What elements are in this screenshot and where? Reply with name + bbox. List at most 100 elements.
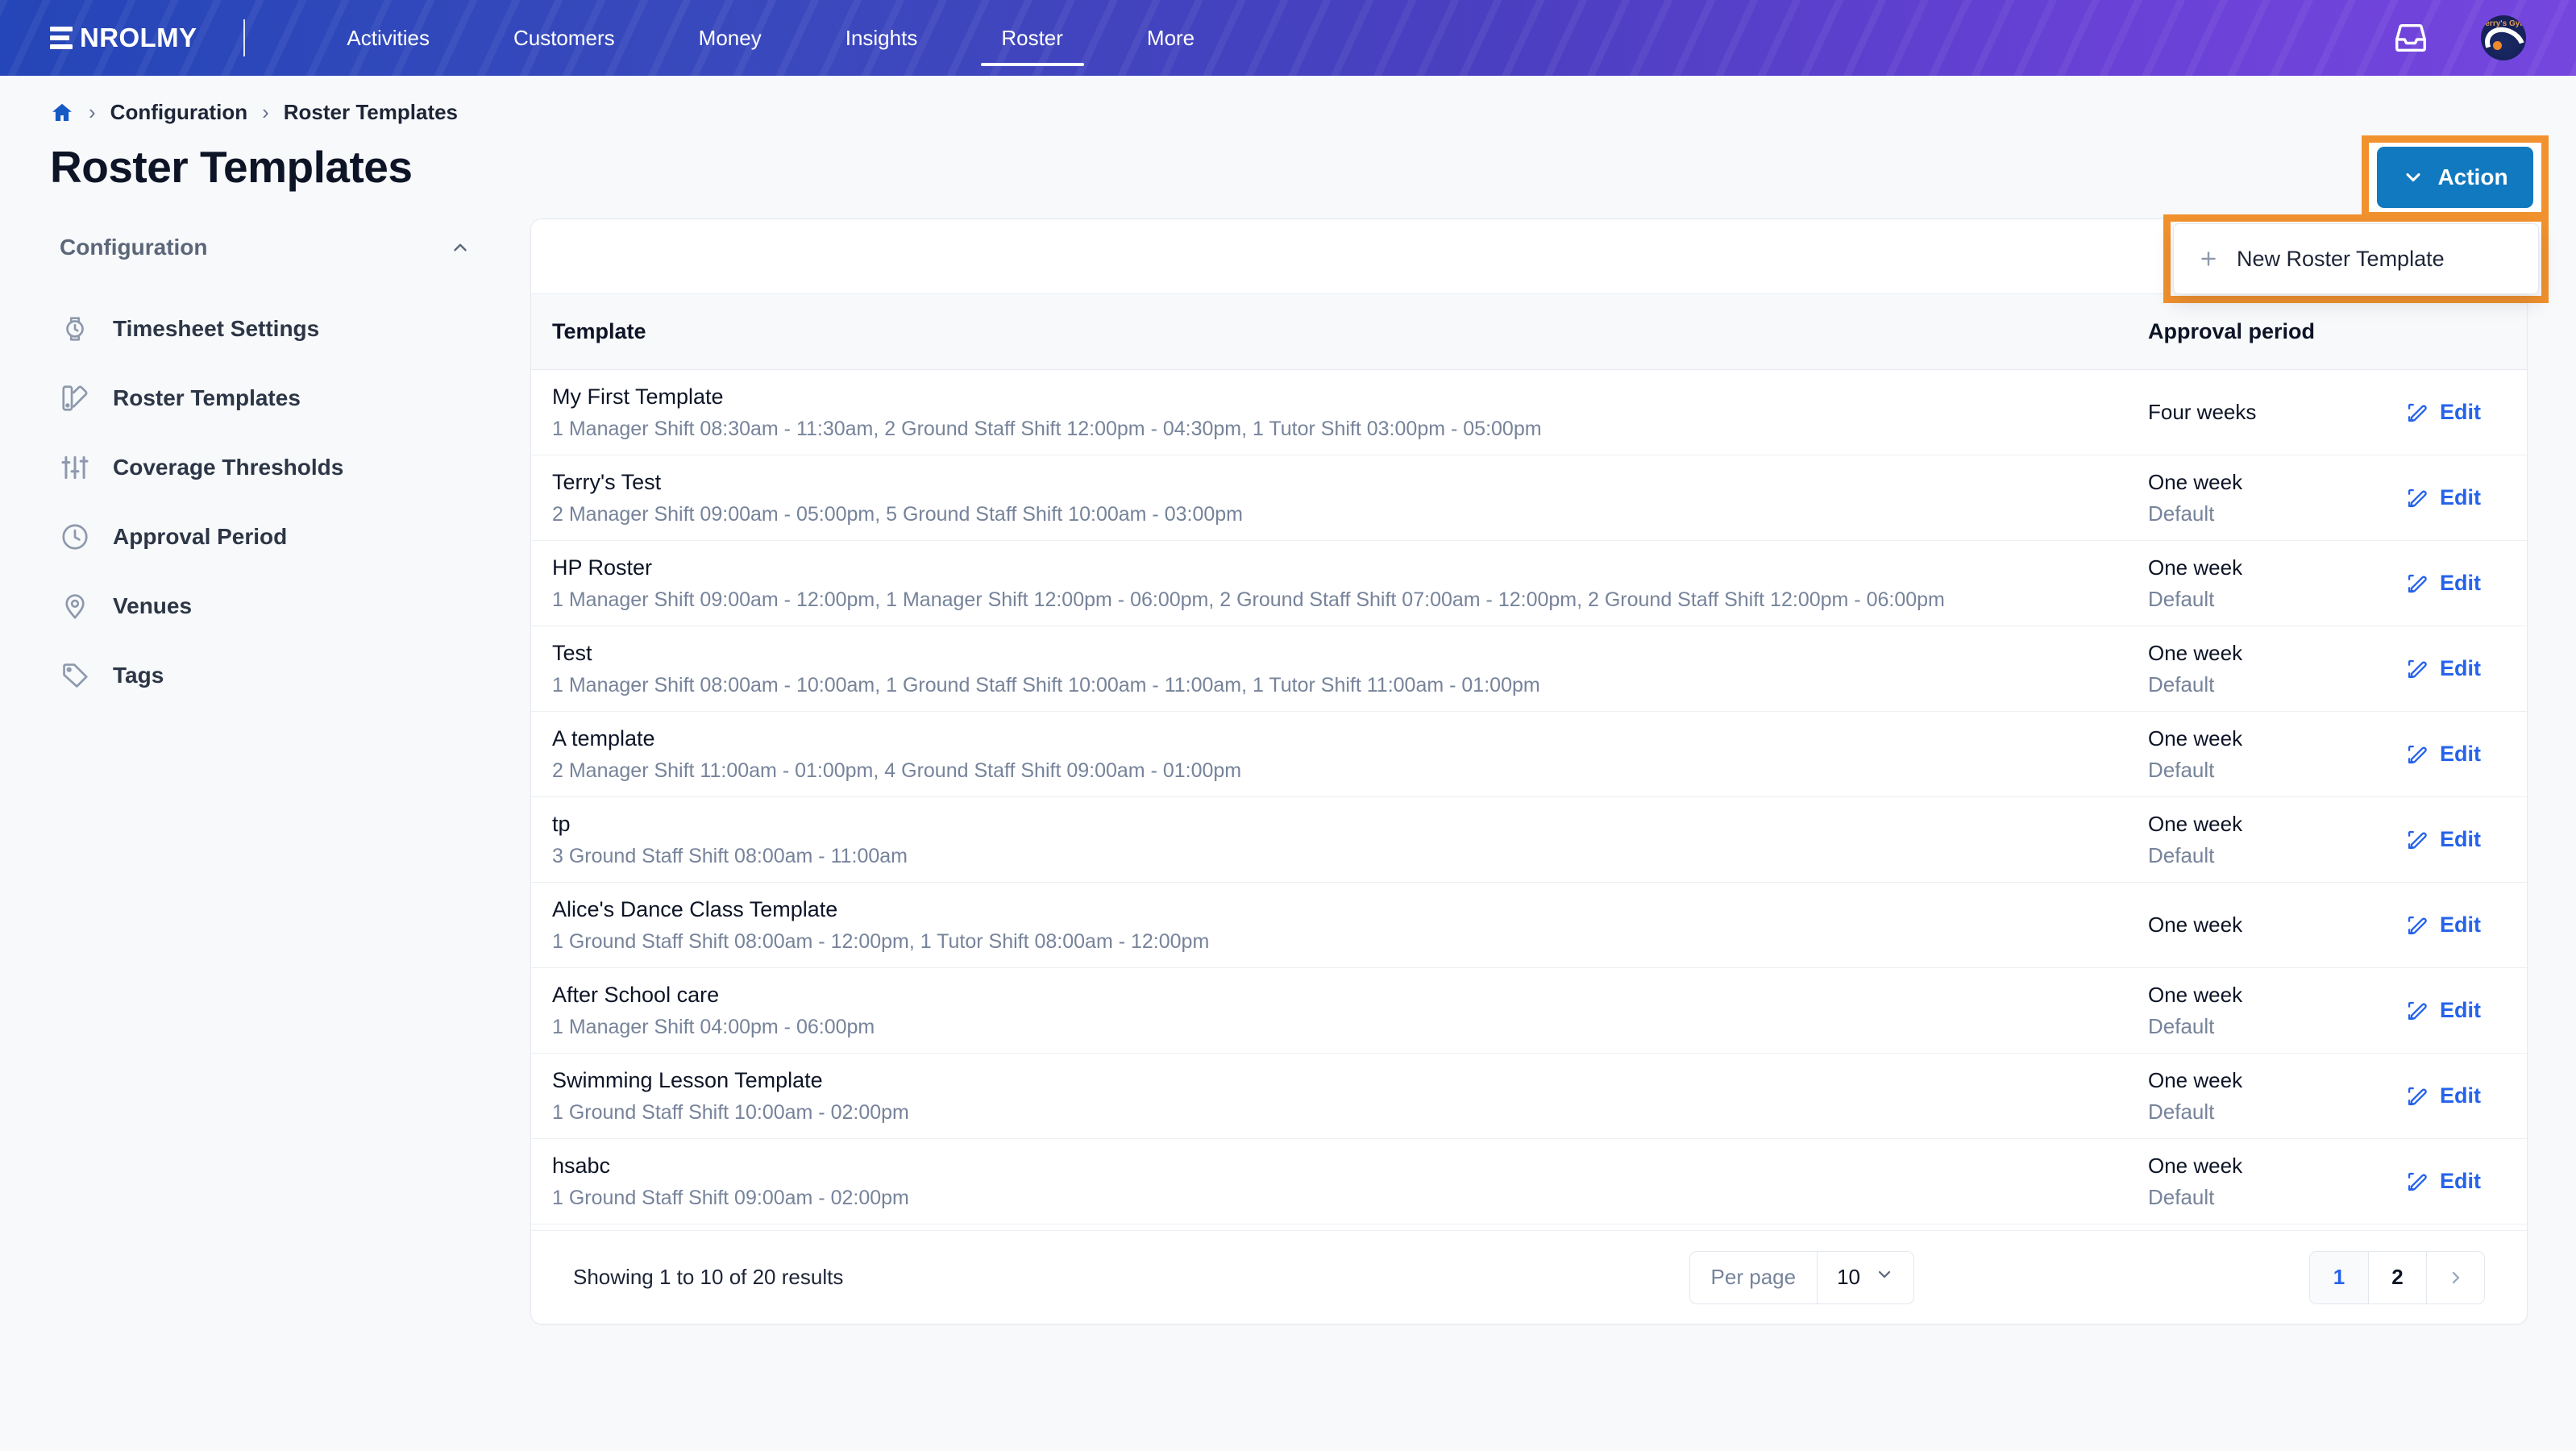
edit-button[interactable]: Edit xyxy=(2406,998,2527,1023)
nav-right-actions: Terry's Gym xyxy=(2392,15,2526,60)
cell-template: Terry's Test 2 Manager Shift 09:00am - 0… xyxy=(531,455,2127,541)
sidebar-item-tags[interactable]: Tags xyxy=(60,641,516,710)
page-button-1[interactable]: 1 xyxy=(2310,1251,2368,1303)
edit-pencil-icon xyxy=(2406,401,2429,424)
edit-label: Edit xyxy=(2440,1083,2481,1108)
edit-label: Edit xyxy=(2440,485,2481,509)
edit-button[interactable]: Edit xyxy=(2406,400,2527,425)
action-button[interactable]: Action xyxy=(2377,147,2533,208)
breadcrumb-item-roster-templates[interactable]: Roster Templates xyxy=(284,100,458,125)
edit-pencil-icon xyxy=(2406,572,2429,595)
cell-template: My First Template 1 Manager Shift 08:30a… xyxy=(531,369,2127,455)
edit-button[interactable]: Edit xyxy=(2406,1169,2527,1194)
sidebar-item-roster-templates[interactable]: Roster Templates xyxy=(60,364,516,433)
sidebar-item-label: Roster Templates xyxy=(113,385,301,410)
chevron-up-icon[interactable] xyxy=(450,237,471,258)
approval-period: One week xyxy=(2148,640,2243,665)
edit-pencil-icon xyxy=(2406,743,2429,766)
approval-default: Default xyxy=(2148,1013,2215,1038)
avatar-dot xyxy=(2493,41,2502,50)
approval-default: Default xyxy=(2148,1184,2215,1209)
sidebar-item-label: Coverage Thresholds xyxy=(113,455,344,480)
main-nav-items: Activities Customers Money Insights Rost… xyxy=(305,0,1236,76)
edit-pencil-icon xyxy=(2406,1085,2429,1108)
table-row[interactable]: My First Template 1 Manager Shift 08:30a… xyxy=(531,369,2527,455)
nav-item-roster[interactable]: Roster xyxy=(959,0,1105,76)
breadcrumb-item-configuration[interactable]: Configuration xyxy=(110,100,247,125)
sidebar-section-label: Configuration xyxy=(60,235,208,260)
template-name: Swimming Lesson Template xyxy=(552,1067,823,1092)
page-title: Roster Templates xyxy=(50,142,413,192)
nav-item-insights[interactable]: Insights xyxy=(804,0,960,76)
menu-item-label: New Roster Template xyxy=(2237,246,2445,271)
logo-e-mark xyxy=(50,27,73,49)
cell-actions: Edit xyxy=(2385,626,2527,712)
template-shifts: 1 Manager Shift 09:00am - 12:00pm, 1 Man… xyxy=(552,588,1945,611)
inbox-icon[interactable] xyxy=(2392,19,2429,56)
breadcrumb: › Configuration › Roster Templates xyxy=(0,76,2576,125)
sidebar-item-coverage-thresholds[interactable]: Coverage Thresholds xyxy=(60,433,516,502)
cell-actions: Edit xyxy=(2385,711,2527,797)
home-icon[interactable] xyxy=(50,101,74,125)
nav-item-more[interactable]: More xyxy=(1105,0,1236,76)
cell-approval: One week Default xyxy=(2127,796,2385,883)
page-button-2[interactable]: 2 xyxy=(2368,1251,2426,1303)
cell-actions: Edit xyxy=(2385,455,2527,541)
table-row[interactable]: tp 3 Ground Staff Shift 08:00am - 11:00a… xyxy=(531,796,2527,883)
template-name: My First Template xyxy=(552,384,724,409)
table-header: Template Approval period xyxy=(531,293,2527,370)
nav-item-money[interactable]: Money xyxy=(657,0,804,76)
template-shifts: 2 Manager Shift 09:00am - 05:00pm, 5 Gro… xyxy=(552,502,1243,526)
edit-button[interactable]: Edit xyxy=(2406,571,2527,596)
enrolmy-logo[interactable]: NROLMY xyxy=(50,23,197,53)
table-row[interactable]: Alice's Dance Class Template 1 Ground St… xyxy=(531,882,2527,968)
edit-button[interactable]: Edit xyxy=(2406,827,2527,852)
nav-label: More xyxy=(1146,25,1195,50)
per-page-label: Per page xyxy=(1710,1265,1797,1289)
edit-button[interactable]: Edit xyxy=(2406,656,2527,681)
edit-button[interactable]: Edit xyxy=(2406,742,2527,767)
template-name: hsabc xyxy=(552,1153,611,1178)
per-page-control[interactable]: Per page 10 xyxy=(1689,1250,1914,1304)
top-navigation-bar: NROLMY Activities Customers Money Insigh… xyxy=(0,0,2576,76)
avatar[interactable]: Terry's Gym xyxy=(2481,15,2526,60)
sidebar-item-approval-period[interactable]: Approval Period xyxy=(60,502,516,572)
table-row[interactable]: After School care 1 Manager Shift 04:00p… xyxy=(531,967,2527,1054)
sidebar-item-timesheet-settings[interactable]: Timesheet Settings xyxy=(60,294,516,364)
menu-item-new-roster-template[interactable]: New Roster Template xyxy=(2174,224,2538,293)
approval-period: One week xyxy=(2148,469,2243,494)
table-row[interactable]: Swimming Lesson Template 1 Ground Staff … xyxy=(531,1053,2527,1139)
pagination-bar: Showing 1 to 10 of 20 results Per page 1… xyxy=(531,1230,2527,1324)
approval-default: Default xyxy=(2148,1099,2215,1124)
sidebar-section-configuration[interactable]: Configuration xyxy=(60,235,516,260)
table-row[interactable]: A template 2 Manager Shift 11:00am - 01:… xyxy=(531,711,2527,797)
sidebar-item-venues[interactable]: Venues xyxy=(60,572,516,641)
edit-label: Edit xyxy=(2440,1169,2481,1193)
template-shifts: 1 Manager Shift 04:00pm - 06:00pm xyxy=(552,1015,875,1038)
breadcrumb-separator: › xyxy=(89,100,96,124)
chevron-down-icon xyxy=(2402,166,2424,189)
edit-button[interactable]: Edit xyxy=(2406,485,2527,510)
table-row[interactable]: Terry's Test 2 Manager Shift 09:00am - 0… xyxy=(531,455,2527,541)
nav-label: Money xyxy=(698,25,762,50)
table-row[interactable]: Test 1 Manager Shift 08:00am - 10:00am, … xyxy=(531,626,2527,712)
template-name: HP Roster xyxy=(552,555,653,580)
edit-label: Edit xyxy=(2440,827,2481,851)
approval-period: One week xyxy=(2148,555,2243,580)
table-row[interactable]: HP Roster 1 Manager Shift 09:00am - 12:0… xyxy=(531,540,2527,626)
nav-item-customers[interactable]: Customers xyxy=(472,0,657,76)
edit-button[interactable]: Edit xyxy=(2406,913,2527,938)
clock-icon xyxy=(60,522,90,552)
edit-button[interactable]: Edit xyxy=(2406,1083,2527,1108)
next-page-button[interactable] xyxy=(2426,1251,2484,1303)
table-row[interactable]: hsabc 1 Ground Staff Shift 09:00am - 02:… xyxy=(531,1138,2527,1224)
approval-default: Default xyxy=(2148,586,2215,611)
action-button-label: Action xyxy=(2437,164,2508,189)
approval-period: One week xyxy=(2148,811,2243,836)
edit-pencil-icon xyxy=(2406,1170,2429,1193)
plus-icon xyxy=(2198,248,2219,269)
template-shifts: 1 Manager Shift 08:30am - 11:30am, 2 Gro… xyxy=(552,417,1542,440)
nav-item-activities[interactable]: Activities xyxy=(305,0,472,76)
cell-actions: Edit xyxy=(2385,882,2527,968)
per-page-select[interactable]: 10 xyxy=(1817,1251,1913,1303)
